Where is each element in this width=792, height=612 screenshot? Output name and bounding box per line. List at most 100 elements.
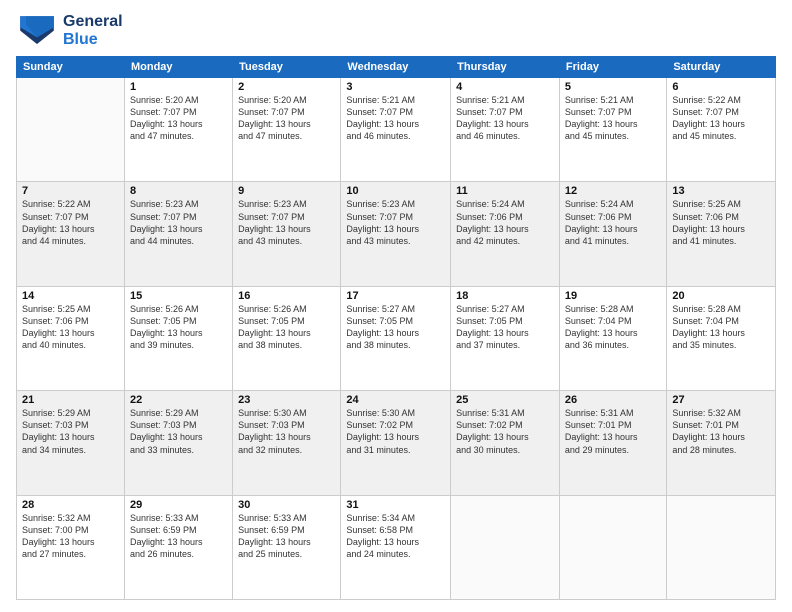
calendar-cell: 4Sunrise: 5:21 AM Sunset: 7:07 PM Daylig… [451,78,560,182]
calendar-cell: 22Sunrise: 5:29 AM Sunset: 7:03 PM Dayli… [124,391,232,495]
calendar-cell: 23Sunrise: 5:30 AM Sunset: 7:03 PM Dayli… [233,391,341,495]
calendar-cell: 31Sunrise: 5:34 AM Sunset: 6:58 PM Dayli… [341,495,451,599]
calendar-cell: 6Sunrise: 5:22 AM Sunset: 7:07 PM Daylig… [667,78,776,182]
day-number: 28 [22,499,119,511]
day-info: Sunrise: 5:21 AM Sunset: 7:07 PM Dayligh… [346,94,445,143]
calendar-cell: 9Sunrise: 5:23 AM Sunset: 7:07 PM Daylig… [233,182,341,286]
calendar-cell: 13Sunrise: 5:25 AM Sunset: 7:06 PM Dayli… [667,182,776,286]
calendar-cell: 15Sunrise: 5:26 AM Sunset: 7:05 PM Dayli… [124,286,232,390]
calendar-cell: 28Sunrise: 5:32 AM Sunset: 7:00 PM Dayli… [17,495,125,599]
day-number: 11 [456,185,554,197]
day-info: Sunrise: 5:33 AM Sunset: 6:59 PM Dayligh… [130,512,227,561]
day-number: 15 [130,290,227,302]
header: General Blue [16,12,776,50]
day-number: 31 [346,499,445,511]
day-number: 12 [565,185,661,197]
week-row-4: 21Sunrise: 5:29 AM Sunset: 7:03 PM Dayli… [17,391,776,495]
day-number: 1 [130,81,227,93]
day-info: Sunrise: 5:30 AM Sunset: 7:02 PM Dayligh… [346,407,445,456]
day-number: 21 [22,394,119,406]
day-number: 2 [238,81,335,93]
day-number: 22 [130,394,227,406]
day-info: Sunrise: 5:21 AM Sunset: 7:07 PM Dayligh… [456,94,554,143]
calendar-cell: 19Sunrise: 5:28 AM Sunset: 7:04 PM Dayli… [559,286,666,390]
calendar-cell: 14Sunrise: 5:25 AM Sunset: 7:06 PM Dayli… [17,286,125,390]
day-info: Sunrise: 5:20 AM Sunset: 7:07 PM Dayligh… [130,94,227,143]
day-number: 4 [456,81,554,93]
calendar-cell: 2Sunrise: 5:20 AM Sunset: 7:07 PM Daylig… [233,78,341,182]
day-info: Sunrise: 5:22 AM Sunset: 7:07 PM Dayligh… [672,94,770,143]
day-info: Sunrise: 5:23 AM Sunset: 7:07 PM Dayligh… [346,198,445,247]
calendar-cell [17,78,125,182]
calendar-cell: 7Sunrise: 5:22 AM Sunset: 7:07 PM Daylig… [17,182,125,286]
calendar-cell: 1Sunrise: 5:20 AM Sunset: 7:07 PM Daylig… [124,78,232,182]
day-info: Sunrise: 5:27 AM Sunset: 7:05 PM Dayligh… [346,303,445,352]
calendar-cell [667,495,776,599]
calendar-cell: 8Sunrise: 5:23 AM Sunset: 7:07 PM Daylig… [124,182,232,286]
day-info: Sunrise: 5:32 AM Sunset: 7:01 PM Dayligh… [672,407,770,456]
day-info: Sunrise: 5:32 AM Sunset: 7:00 PM Dayligh… [22,512,119,561]
day-info: Sunrise: 5:21 AM Sunset: 7:07 PM Dayligh… [565,94,661,143]
day-info: Sunrise: 5:29 AM Sunset: 7:03 PM Dayligh… [130,407,227,456]
day-info: Sunrise: 5:25 AM Sunset: 7:06 PM Dayligh… [672,198,770,247]
header-wednesday: Wednesday [341,57,451,78]
header-saturday: Saturday [667,57,776,78]
calendar-cell: 10Sunrise: 5:23 AM Sunset: 7:07 PM Dayli… [341,182,451,286]
day-number: 29 [130,499,227,511]
day-number: 8 [130,185,227,197]
day-number: 23 [238,394,335,406]
calendar-cell: 27Sunrise: 5:32 AM Sunset: 7:01 PM Dayli… [667,391,776,495]
day-number: 25 [456,394,554,406]
day-info: Sunrise: 5:25 AM Sunset: 7:06 PM Dayligh… [22,303,119,352]
header-friday: Friday [559,57,666,78]
calendar-cell: 18Sunrise: 5:27 AM Sunset: 7:05 PM Dayli… [451,286,560,390]
week-row-3: 14Sunrise: 5:25 AM Sunset: 7:06 PM Dayli… [17,286,776,390]
day-number: 3 [346,81,445,93]
calendar-cell: 17Sunrise: 5:27 AM Sunset: 7:05 PM Dayli… [341,286,451,390]
day-info: Sunrise: 5:28 AM Sunset: 7:04 PM Dayligh… [672,303,770,352]
calendar-cell: 21Sunrise: 5:29 AM Sunset: 7:03 PM Dayli… [17,391,125,495]
day-number: 17 [346,290,445,302]
week-row-5: 28Sunrise: 5:32 AM Sunset: 7:00 PM Dayli… [17,495,776,599]
day-number: 30 [238,499,335,511]
logo: General Blue [16,12,123,50]
day-info: Sunrise: 5:22 AM Sunset: 7:07 PM Dayligh… [22,198,119,247]
day-info: Sunrise: 5:30 AM Sunset: 7:03 PM Dayligh… [238,407,335,456]
day-number: 16 [238,290,335,302]
calendar-header-row: SundayMondayTuesdayWednesdayThursdayFrid… [17,57,776,78]
day-number: 9 [238,185,335,197]
header-sunday: Sunday [17,57,125,78]
calendar-cell: 11Sunrise: 5:24 AM Sunset: 7:06 PM Dayli… [451,182,560,286]
day-number: 7 [22,185,119,197]
day-info: Sunrise: 5:26 AM Sunset: 7:05 PM Dayligh… [130,303,227,352]
day-info: Sunrise: 5:26 AM Sunset: 7:05 PM Dayligh… [238,303,335,352]
day-number: 24 [346,394,445,406]
day-info: Sunrise: 5:24 AM Sunset: 7:06 PM Dayligh… [456,198,554,247]
day-info: Sunrise: 5:28 AM Sunset: 7:04 PM Dayligh… [565,303,661,352]
header-monday: Monday [124,57,232,78]
day-number: 5 [565,81,661,93]
day-info: Sunrise: 5:20 AM Sunset: 7:07 PM Dayligh… [238,94,335,143]
calendar-cell: 29Sunrise: 5:33 AM Sunset: 6:59 PM Dayli… [124,495,232,599]
week-row-2: 7Sunrise: 5:22 AM Sunset: 7:07 PM Daylig… [17,182,776,286]
day-number: 10 [346,185,445,197]
calendar-cell: 12Sunrise: 5:24 AM Sunset: 7:06 PM Dayli… [559,182,666,286]
day-info: Sunrise: 5:23 AM Sunset: 7:07 PM Dayligh… [130,198,227,247]
calendar-cell: 26Sunrise: 5:31 AM Sunset: 7:01 PM Dayli… [559,391,666,495]
calendar-cell [451,495,560,599]
day-info: Sunrise: 5:29 AM Sunset: 7:03 PM Dayligh… [22,407,119,456]
day-number: 6 [672,81,770,93]
day-number: 26 [565,394,661,406]
calendar-cell: 3Sunrise: 5:21 AM Sunset: 7:07 PM Daylig… [341,78,451,182]
calendar: SundayMondayTuesdayWednesdayThursdayFrid… [16,56,776,600]
day-number: 18 [456,290,554,302]
calendar-cell: 25Sunrise: 5:31 AM Sunset: 7:02 PM Dayli… [451,391,560,495]
day-info: Sunrise: 5:33 AM Sunset: 6:59 PM Dayligh… [238,512,335,561]
day-number: 20 [672,290,770,302]
logo-words: General Blue [63,13,123,48]
day-info: Sunrise: 5:34 AM Sunset: 6:58 PM Dayligh… [346,512,445,561]
logo-graphic: General Blue [16,12,123,50]
day-number: 19 [565,290,661,302]
day-info: Sunrise: 5:31 AM Sunset: 7:02 PM Dayligh… [456,407,554,456]
calendar-cell: 20Sunrise: 5:28 AM Sunset: 7:04 PM Dayli… [667,286,776,390]
